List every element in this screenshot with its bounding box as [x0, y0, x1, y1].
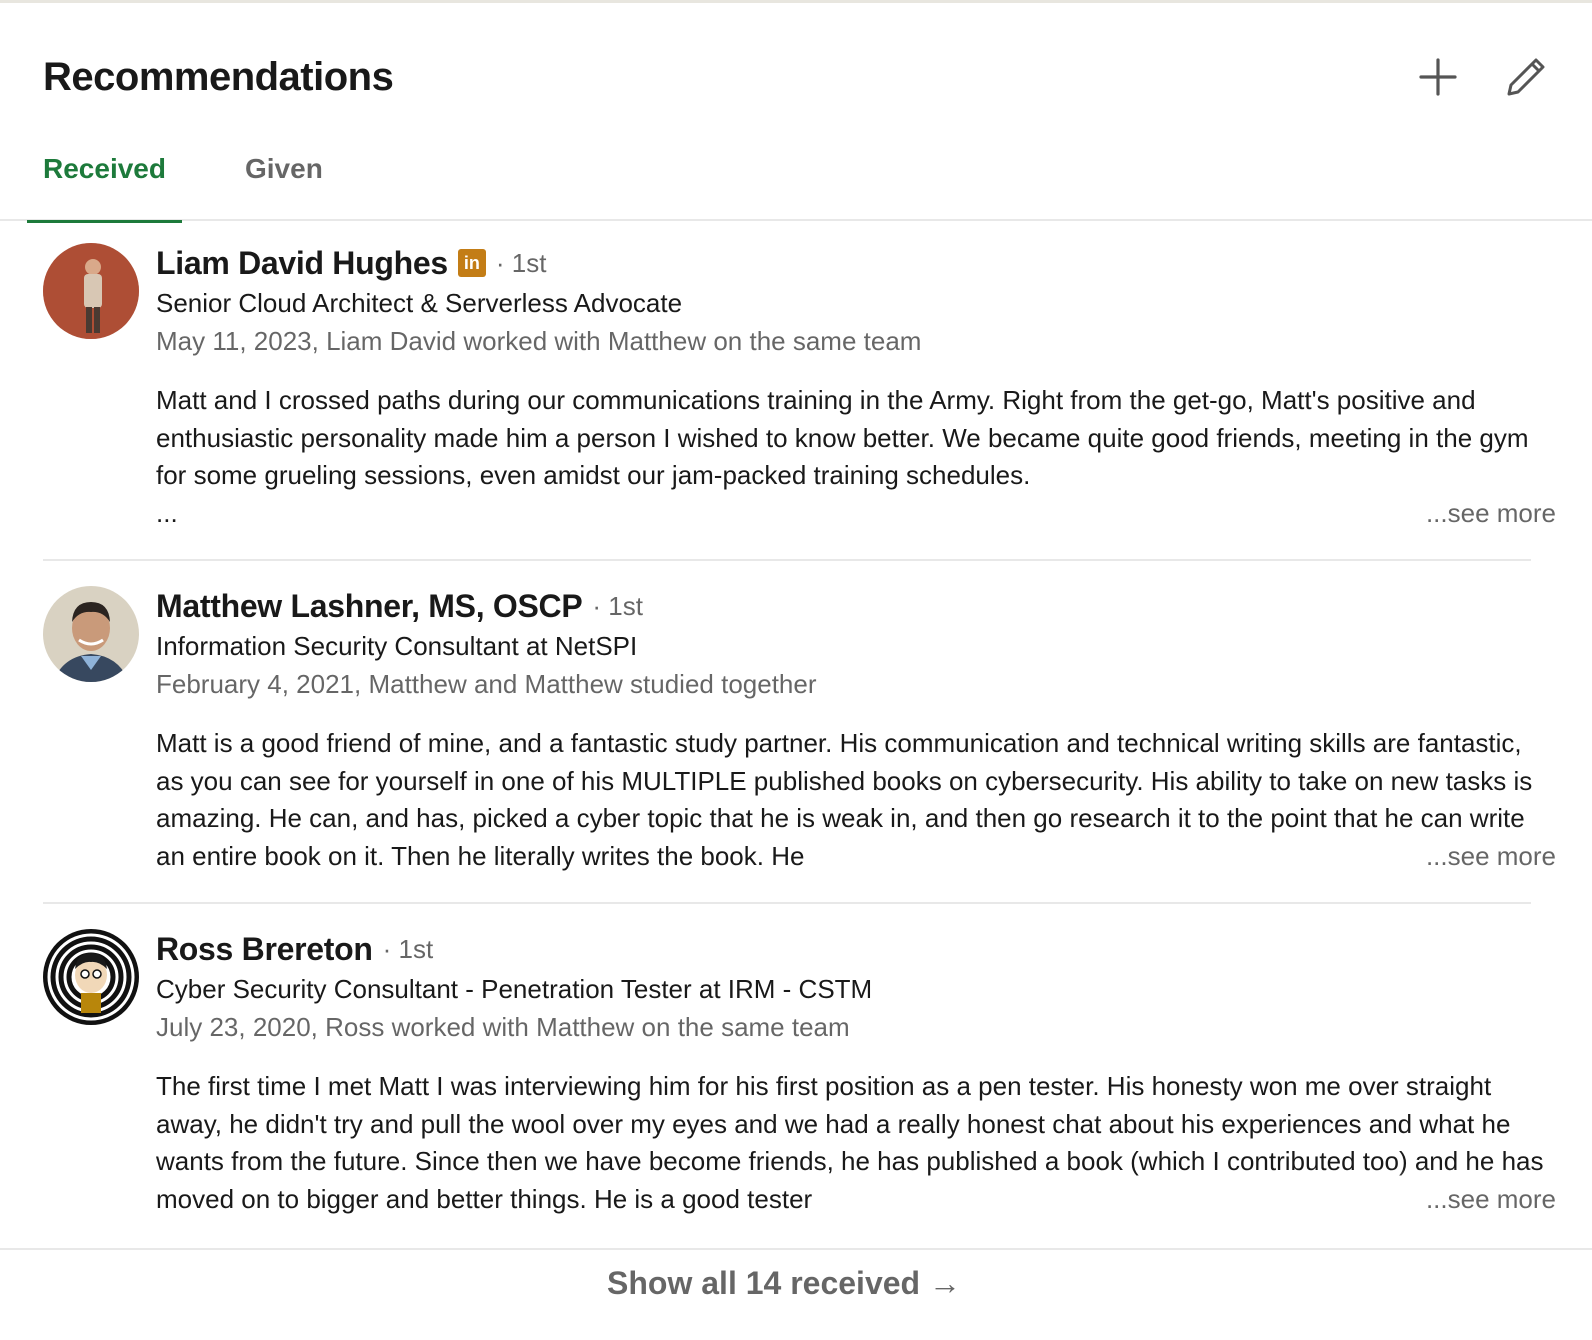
recommendation-body: Matthew Lashner, MS, OSCP · 1st Informat…	[156, 586, 1556, 875]
section-header: Recommendations	[43, 55, 1552, 105]
tab-bar: Received Given	[0, 133, 1592, 223]
name-row: Ross Brereton · 1st	[156, 929, 1556, 969]
see-more-link[interactable]: ...see more	[1417, 1180, 1556, 1218]
avatar-image	[43, 243, 139, 339]
show-all-received-button[interactable]: Show all 14 received →	[0, 1265, 1568, 1315]
recommendation-body: Liam David Hughes in · 1st Senior Cloud …	[156, 243, 1556, 532]
recommender-name[interactable]: Liam David Hughes	[156, 245, 448, 282]
edit-recommendations-button[interactable]	[1500, 51, 1552, 103]
avatar[interactable]	[43, 586, 139, 682]
pencil-icon	[1507, 58, 1545, 96]
avatar[interactable]	[43, 929, 139, 1025]
tab-received-label: Received	[43, 153, 166, 184]
connection-degree: · 1st	[592, 590, 643, 621]
connection-degree: · 1st	[382, 933, 434, 964]
avatar-image	[43, 929, 139, 1025]
see-more-link[interactable]: ...see more	[1417, 837, 1556, 875]
plus-icon	[1419, 58, 1457, 96]
recommender-name[interactable]: Matthew Lashner, MS, OSCP	[156, 588, 583, 625]
recommendation-item: Ross Brereton · 1st Cyber Security Consu…	[43, 929, 1556, 1229]
recommendation-text: The first time I met Matt I was intervie…	[156, 1068, 1556, 1218]
avatar[interactable]	[43, 243, 139, 339]
recommendation-text: Matt and I crossed paths during our comm…	[156, 382, 1556, 532]
see-more-link[interactable]: ...see more	[1417, 494, 1556, 532]
recommender-headline: Senior Cloud Architect & Serverless Advo…	[156, 288, 683, 318]
name-row: Matthew Lashner, MS, OSCP · 1st	[156, 586, 1556, 626]
tab-given-label: Given	[245, 153, 323, 184]
section-title: Recommendations	[43, 55, 394, 99]
recommendation-item: Matthew Lashner, MS, OSCP · 1st Informat…	[43, 586, 1556, 886]
tab-received[interactable]: Received	[27, 153, 182, 223]
avatar-image	[43, 586, 139, 682]
recommendation-body: Ross Brereton · 1st Cyber Security Consu…	[156, 929, 1556, 1218]
recommendation-text-content: Matt and I crossed paths during our comm…	[156, 385, 1529, 490]
recommendation-meta: July 23, 2020, Ross worked with Matthew …	[156, 1012, 850, 1042]
recommendations-card: Recommendations Received Given Liam Davi…	[0, 0, 1592, 1340]
divider	[43, 902, 1531, 904]
add-recommendation-button[interactable]	[1412, 51, 1464, 103]
recommendation-item: Liam David Hughes in · 1st Senior Cloud …	[43, 243, 1556, 543]
active-tab-indicator	[27, 220, 182, 223]
tab-given[interactable]: Given	[245, 153, 323, 221]
recommender-headline: Cyber Security Consultant - Penetration …	[156, 974, 873, 1004]
name-row: Liam David Hughes in · 1st	[156, 243, 1556, 283]
truncation-ellipsis: ...	[156, 497, 178, 528]
recommendation-meta: February 4, 2021, Matthew and Matthew st…	[156, 669, 817, 699]
recommendation-text: Matt is a good friend of mine, and a fan…	[156, 725, 1556, 875]
footer-divider	[0, 1248, 1592, 1250]
linkedin-icon: in	[457, 249, 486, 277]
divider	[43, 559, 1531, 561]
recommendation-text-content: The first time I met Matt I was intervie…	[156, 1071, 1544, 1214]
recommendation-meta: May 11, 2023, Liam David worked with Mat…	[156, 326, 922, 356]
recommender-headline: Information Security Consultant at NetSP…	[156, 631, 638, 661]
recommender-name[interactable]: Ross Brereton	[156, 931, 373, 968]
recommendation-text-content: Matt is a good friend of mine, and a fan…	[156, 728, 1533, 871]
connection-degree: · 1st	[495, 247, 547, 278]
